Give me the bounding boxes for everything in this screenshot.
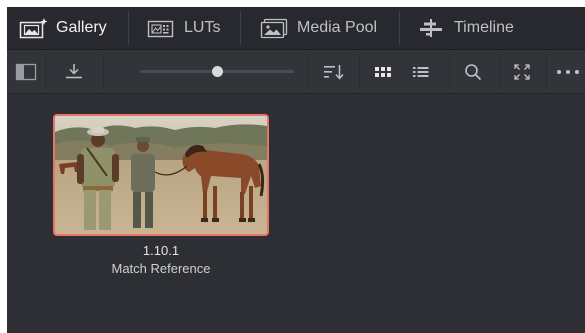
timeline-icon bbox=[417, 17, 447, 39]
list-view-icon bbox=[412, 65, 430, 79]
gallery-panel: Gallery LUTs Media Pool Timeline 1.10.1 … bbox=[7, 7, 585, 333]
gallery-toolbar bbox=[7, 50, 585, 94]
expand-button[interactable] bbox=[504, 50, 540, 93]
grid-view-button[interactable] bbox=[367, 50, 399, 93]
more-options-button[interactable] bbox=[550, 50, 585, 93]
luts-icon bbox=[147, 17, 177, 39]
search-icon bbox=[463, 62, 483, 82]
tab-media-pool-label: Media Pool bbox=[297, 19, 378, 36]
tab-gallery[interactable]: Gallery bbox=[19, 7, 107, 49]
tab-divider bbox=[240, 11, 241, 45]
more-options-icon bbox=[556, 69, 580, 75]
toolbar-divider bbox=[546, 54, 547, 89]
gallery-icon bbox=[19, 17, 49, 39]
tab-divider bbox=[128, 11, 129, 45]
expand-icon bbox=[513, 63, 531, 81]
still-image bbox=[55, 116, 267, 234]
tab-luts-label: LUTs bbox=[184, 19, 221, 36]
still-label: Match Reference bbox=[111, 261, 211, 276]
list-view-button[interactable] bbox=[405, 50, 437, 93]
toolbar-divider bbox=[45, 54, 46, 89]
stills-grid: 1.10.1 Match Reference bbox=[7, 94, 585, 333]
grab-still-button[interactable] bbox=[53, 50, 95, 93]
media-pool-icon bbox=[260, 17, 290, 39]
panel-toggle-icon bbox=[15, 63, 37, 81]
still-thumbnail[interactable] bbox=[53, 114, 269, 236]
tab-bar: Gallery LUTs Media Pool Timeline bbox=[7, 7, 585, 50]
tab-divider bbox=[399, 11, 400, 45]
slider-thumb[interactable] bbox=[212, 66, 223, 77]
tab-luts[interactable]: LUTs bbox=[147, 7, 220, 49]
toolbar-divider bbox=[308, 54, 309, 89]
tab-timeline[interactable]: Timeline bbox=[417, 7, 514, 49]
tab-media-pool[interactable]: Media Pool bbox=[260, 7, 377, 49]
sort-button[interactable] bbox=[316, 50, 352, 93]
search-button[interactable] bbox=[455, 50, 491, 93]
grab-still-icon bbox=[64, 62, 84, 82]
grid-view-icon bbox=[374, 65, 392, 79]
tab-timeline-label: Timeline bbox=[454, 19, 514, 36]
toolbar-divider bbox=[359, 54, 360, 89]
toolbar-divider bbox=[449, 54, 450, 89]
tab-gallery-label: Gallery bbox=[56, 19, 107, 36]
panel-toggle-button[interactable] bbox=[7, 50, 45, 93]
thumbnail-zoom-slider[interactable] bbox=[140, 66, 294, 77]
toolbar-divider bbox=[499, 54, 500, 89]
toolbar-divider bbox=[103, 54, 104, 89]
still-id: 1.10.1 bbox=[142, 243, 180, 258]
sort-icon bbox=[323, 63, 345, 81]
